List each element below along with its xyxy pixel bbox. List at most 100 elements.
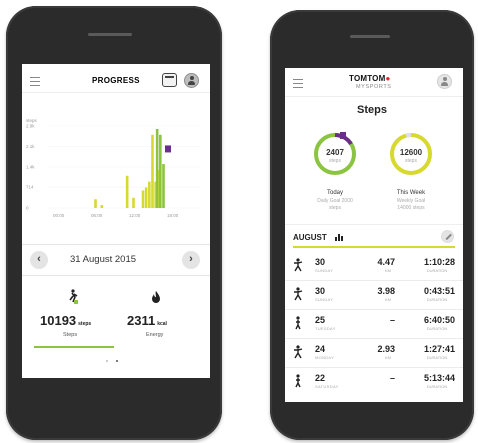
chart-bar (141, 190, 145, 208)
month-underline (293, 246, 455, 248)
activity-distance-unit: KM (385, 297, 391, 302)
week-goal-value: 14000 steps (397, 205, 425, 211)
running-icon (293, 287, 303, 301)
x-tick-label: 00:00 (53, 213, 65, 218)
chart-bar (144, 187, 148, 208)
week-label: This Week (396, 190, 426, 196)
chart-bar (151, 134, 154, 208)
steps-metric: 10193 steps (40, 312, 91, 330)
activity-distance: 3.98 (377, 286, 395, 296)
activity-day: 24 (315, 344, 326, 354)
selected-tab-indicator (34, 346, 114, 348)
y-tick-label: 2.1k (26, 144, 35, 149)
activity-row[interactable]: 24 MONDAY 2.93 KM 1:27:41 DURATION (285, 339, 463, 368)
hamburger-icon[interactable] (30, 77, 40, 86)
chart-bar (94, 199, 97, 208)
steps-label: Steps (63, 332, 78, 338)
chart-bar (132, 197, 135, 208)
goal-met-indicator (74, 300, 78, 304)
activity-duration-unit: DURATION (426, 326, 448, 331)
activity-duration-unit: DURATION (426, 355, 448, 360)
bar-chart-icon[interactable] (335, 234, 344, 241)
y-tick-label: 2.8k (26, 124, 35, 129)
activity-duration-unit: DURATION (426, 297, 448, 302)
calendar-icon[interactable] (162, 73, 177, 87)
activity-distance: – (389, 315, 395, 325)
steps-screen: TOMTOM● MYSPORTS Steps 2407 steps 12600 … (285, 68, 463, 402)
walking-icon (293, 374, 303, 388)
energy-unit: kcal (157, 321, 167, 327)
app-logo-subtitle: MYSPORTS (356, 84, 392, 90)
energy-value: 2311 (127, 313, 156, 328)
next-day-button[interactable]: › (182, 251, 200, 269)
chevron-left-icon: ‹ (37, 253, 41, 265)
activity-distance: 4.47 (377, 257, 395, 267)
activity-weekday: TUESDAY (315, 326, 336, 331)
user-icon[interactable] (184, 73, 199, 88)
activity-day: 25 (315, 315, 326, 325)
activity-duration: 5:13:44 (423, 373, 455, 383)
activity-row[interactable]: 30 SUNDAY 4.47 KM 1:10:28 DURATION (285, 252, 463, 281)
running-icon (293, 345, 303, 359)
month-label: AUGUST (293, 233, 327, 242)
phone-left: PROGRESS steps 0 714 1.4k 2.1k 2.8k 00:00 06:… (6, 6, 222, 440)
y-tick-label: 714 (26, 185, 34, 190)
steps-unit: steps (78, 321, 92, 327)
week-goal: Weekly Goal (396, 198, 426, 204)
current-date: 31 August 2015 (70, 254, 137, 265)
activity-row[interactable]: 22 SATURDAY – 5:13:44 DURATION (285, 368, 463, 397)
goal-flag-icon (340, 132, 346, 139)
activity-day: 30 (315, 286, 326, 296)
progress-screen: PROGRESS steps 0 714 1.4k 2.1k 2.8k 00:00 06:… (22, 64, 210, 378)
activity-weekday: SUNDAY (315, 297, 334, 302)
chart-bar (155, 128, 159, 208)
energy-label: Energy (146, 332, 164, 338)
week-steps-unit: steps (405, 158, 417, 164)
activity-day: 22 (315, 373, 326, 383)
activity-distance: – (389, 373, 395, 383)
page-title: Steps (357, 104, 387, 116)
chart-bar (100, 205, 104, 208)
header-divider (285, 96, 463, 97)
chart-bar (125, 175, 129, 208)
activity-duration: 1:10:28 (423, 257, 455, 267)
today-label: Today (326, 190, 343, 196)
y-axis-label: steps (26, 118, 38, 123)
flame-icon (152, 291, 160, 303)
activity-weekday: MONDAY (315, 355, 335, 360)
y-tick-label: 0 (26, 206, 29, 211)
x-tick-label: 18:00 (167, 213, 179, 218)
activity-duration-unit: DURATION (426, 384, 448, 389)
energy-metric: 2311 kcal (127, 312, 167, 330)
user-icon[interactable] (437, 74, 452, 89)
previous-day-button[interactable]: ‹ (30, 251, 48, 269)
logo-text: TOMTOM (349, 74, 386, 83)
chevron-right-icon: › (189, 253, 193, 265)
app-logo: TOMTOM● (349, 74, 391, 83)
steps-value: 10193 (40, 313, 77, 328)
activity-distance-unit: KM (385, 355, 391, 360)
activity-distance-unit: KM (385, 268, 391, 273)
today-goal-unit: steps (329, 205, 341, 211)
week-steps-value: 12600 (399, 148, 423, 157)
x-tick-label: 12:00 (129, 213, 141, 218)
speaker-grille (88, 33, 132, 36)
header-divider (22, 92, 210, 93)
activity-duration: 6:40:50 (423, 315, 455, 325)
activity-weekday: SATURDAY (315, 384, 339, 389)
today-steps-value: 2407 (326, 148, 344, 157)
running-icon (293, 258, 303, 272)
page-title: PROGRESS (92, 76, 140, 85)
steps-bar-chart: steps 0 714 1.4k 2.1k 2.8k 00:00 06:00 12:00 18… (26, 118, 200, 218)
pager-dot[interactable] (106, 360, 108, 362)
pencil-icon[interactable] (441, 230, 454, 243)
activity-day: 30 (315, 257, 326, 267)
activity-row[interactable]: 25 TUESDAY – 6:40:50 DURATION (285, 310, 463, 339)
chart-bar (148, 181, 151, 208)
activity-duration: 0:43:51 (423, 286, 455, 296)
pager-dot-active[interactable] (116, 360, 118, 362)
hamburger-icon[interactable] (293, 79, 303, 88)
walking-icon (293, 316, 303, 330)
activity-row[interactable]: 30 SUNDAY 3.98 KM 0:43:51 DURATION (285, 281, 463, 310)
activity-weekday: SUNDAY (315, 268, 334, 273)
